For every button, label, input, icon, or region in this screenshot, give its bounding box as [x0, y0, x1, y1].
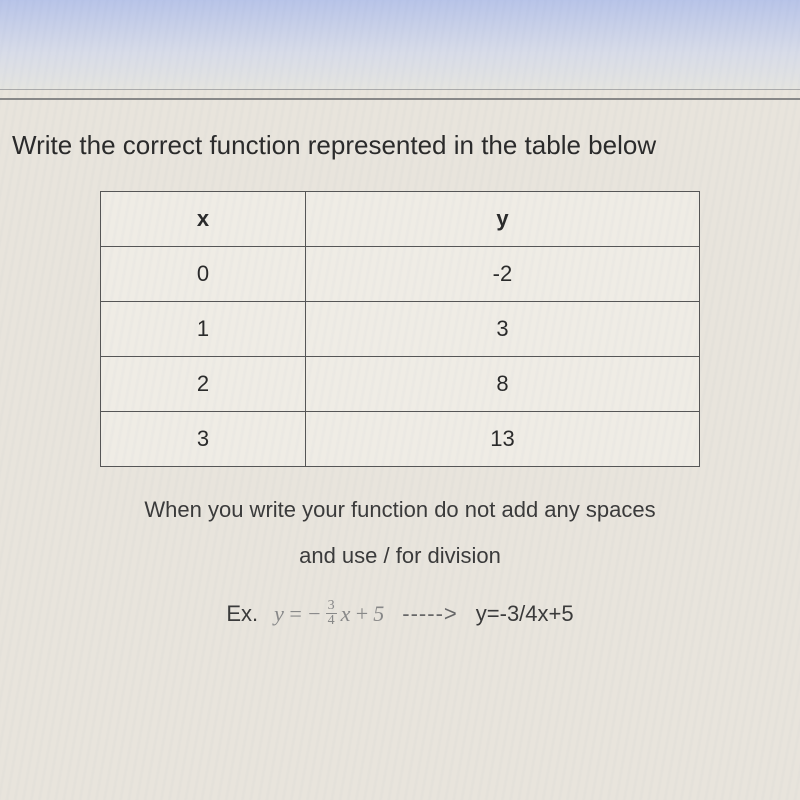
- xy-table: x y 0 -2 1 3 2 8 3 13: [100, 191, 700, 467]
- table-row: 0 -2: [101, 247, 700, 302]
- example-line: Ex. y = − 3 4 x + 5 -----> y=-3/4x+5: [10, 599, 790, 628]
- cell-x: 0: [101, 247, 306, 302]
- math-plus: +: [354, 601, 369, 627]
- header-x: x: [101, 192, 306, 247]
- cell-x: 1: [101, 302, 306, 357]
- instruction-line-1: When you write your function do not add …: [10, 497, 790, 523]
- window-top-gradient: [0, 0, 800, 90]
- instruction-line-2: and use / for division: [10, 543, 790, 569]
- math-y: y: [274, 601, 284, 627]
- math-negative: −: [307, 601, 322, 627]
- fraction-denominator: 4: [326, 614, 337, 628]
- math-expression: y = − 3 4 x + 5: [274, 599, 384, 628]
- cell-y: 3: [305, 302, 699, 357]
- cell-x: 2: [101, 357, 306, 412]
- plain-text-answer: y=-3/4x+5: [476, 601, 574, 627]
- math-equals: =: [288, 601, 303, 627]
- cell-y: 13: [305, 412, 699, 467]
- math-five: 5: [373, 601, 384, 627]
- cell-y: 8: [305, 357, 699, 412]
- math-x: x: [341, 601, 351, 627]
- arrow-icon: ----->: [402, 601, 457, 627]
- table-row: 1 3: [101, 302, 700, 357]
- fraction-numerator: 3: [326, 599, 337, 614]
- table-row: 3 13: [101, 412, 700, 467]
- math-fraction: 3 4: [326, 599, 337, 628]
- cell-y: -2: [305, 247, 699, 302]
- table-row: 2 8: [101, 357, 700, 412]
- table-header-row: x y: [101, 192, 700, 247]
- question-title: Write the correct function represented i…: [10, 130, 790, 161]
- header-y: y: [305, 192, 699, 247]
- cell-x: 3: [101, 412, 306, 467]
- question-content: Write the correct function represented i…: [0, 100, 800, 648]
- example-prefix: Ex.: [226, 601, 258, 627]
